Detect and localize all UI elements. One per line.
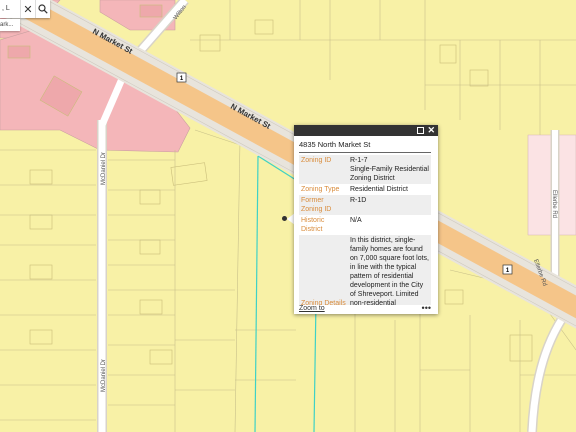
attribute-row: Historic District N/A <box>299 215 431 235</box>
more-options-icon[interactable]: ••• <box>422 303 431 313</box>
attribute-row: Zoning Type Residential District <box>299 184 431 195</box>
attribute-value: R-1D <box>348 195 431 215</box>
maximize-icon[interactable] <box>417 127 424 134</box>
mcdaniel-dr-label: McDaniel Dr <box>101 359 107 392</box>
highway-shield: 1 <box>176 72 187 83</box>
attribute-key: Zoning Type <box>301 186 340 193</box>
mcdaniel-dr-label: McDaniel Dr <box>101 152 107 185</box>
divider <box>299 152 431 153</box>
attribute-row: Zoning ID R-1-7 Single-Family Residential… <box>299 155 431 184</box>
search-input[interactable]: , L <box>0 0 20 18</box>
ellerbe-rd-label: Ellerbe Rd <box>551 190 557 218</box>
attribute-key: Historic District <box>301 217 325 233</box>
attribute-key: Former Zoning ID <box>299 195 348 215</box>
attribute-table-container[interactable]: Zoning ID R-1-7 Single-Family Residential… <box>299 155 431 305</box>
feature-popup: ✕ 4835 North Market St Zoning ID R-1-7 Si… <box>294 125 438 314</box>
clear-icon[interactable]: ✕ <box>20 0 35 18</box>
attribute-row: Zoning Details In this district, single-f… <box>299 235 431 305</box>
attribute-value: In this district, single-family homes ar… <box>348 235 431 305</box>
attribute-value: Residential District <box>350 186 408 193</box>
popup-titlebar: ✕ <box>294 125 438 136</box>
search-suggestion[interactable]: ark... <box>0 19 20 31</box>
zoom-to-link[interactable]: Zoom to <box>299 305 325 312</box>
highway-shield: 1 <box>502 264 513 275</box>
search-icon[interactable] <box>35 0 50 18</box>
attribute-key: Zoning ID <box>299 155 348 184</box>
attribute-table: Zoning ID R-1-7 Single-Family Residential… <box>299 155 431 305</box>
close-icon[interactable]: ✕ <box>427 125 435 136</box>
popup-title: 4835 North Market St <box>299 140 371 149</box>
attribute-key: Zoning Details <box>299 235 348 305</box>
attribute-row: Former Zoning ID R-1D <box>299 195 431 215</box>
attribute-value: N/A <box>350 217 362 224</box>
search-widget: , L ✕ ark... <box>0 0 50 31</box>
attribute-value: R-1-7 Single-Family Residential Zoning D… <box>348 155 431 184</box>
